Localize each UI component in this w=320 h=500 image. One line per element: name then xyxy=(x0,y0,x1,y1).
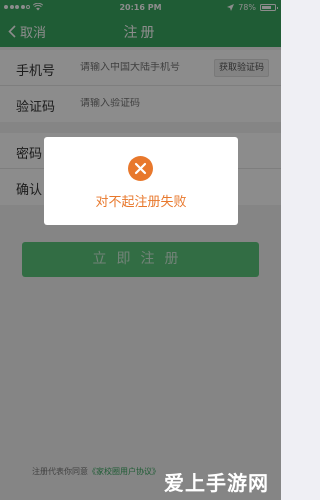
modal-overlay[interactable] xyxy=(0,0,281,500)
watermark-logo: 爱上手游网 xyxy=(164,471,269,495)
error-message: 对不起注册失败 xyxy=(95,195,187,210)
close-icon xyxy=(128,156,153,181)
register-screen: 20:16 PM 78% 取消 注册 手机号 获取验证码 xyxy=(0,0,281,500)
error-dialog: 对不起注册失败 xyxy=(44,137,238,225)
